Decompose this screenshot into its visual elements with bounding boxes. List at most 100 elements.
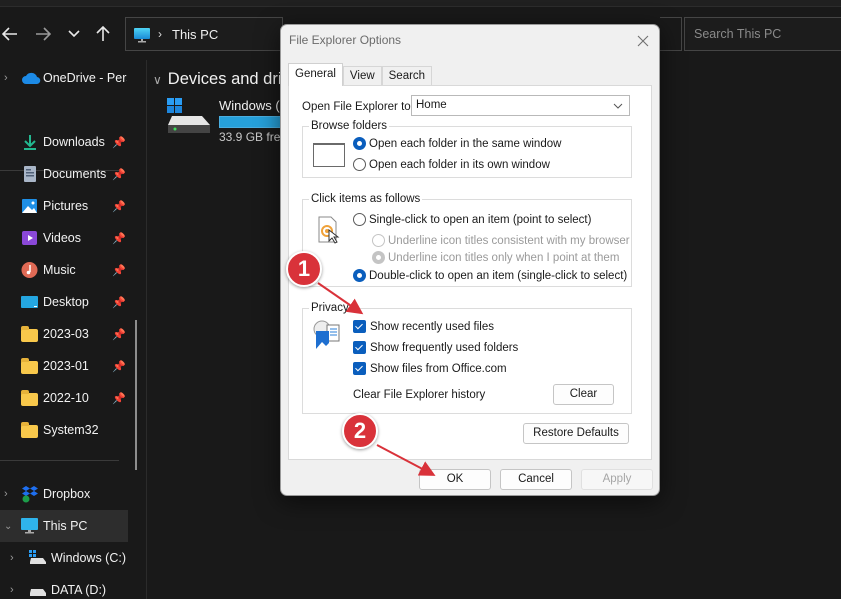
tab-general[interactable]: General	[288, 63, 343, 86]
sidebar-item-label: 2023-01	[43, 359, 89, 373]
general-tab-panel: Open File Explorer to: Home Browse folde…	[288, 85, 652, 460]
browse-folders-legend: Browse folders	[311, 120, 388, 132]
check-recent-files[interactable]: Show recently used files	[353, 320, 494, 333]
sidebar-item-data-d[interactable]: › DATA (D:)	[0, 574, 128, 599]
this-pc-icon	[134, 27, 150, 42]
drive-d-icon	[29, 581, 47, 599]
radio-button[interactable]	[353, 137, 366, 150]
sidebar-item-2023-03[interactable]: 2023-03 📌	[0, 318, 128, 350]
recent-locations-button[interactable]	[62, 22, 86, 46]
option-label: Underline icon titles consistent with my…	[388, 234, 630, 247]
sidebar-item-music[interactable]: Music 📌	[0, 254, 128, 286]
address-bar[interactable]: › This PC	[125, 17, 283, 51]
dropbox-icon	[21, 485, 39, 503]
radio-underline-point[interactable]: Underline icon titles only when I point …	[372, 251, 619, 264]
pin-icon[interactable]: 📌	[112, 328, 126, 341]
check-frequent-folders[interactable]: Show frequently used folders	[353, 341, 518, 354]
title-bar-strip	[0, 0, 841, 7]
clear-button[interactable]: Clear	[553, 384, 614, 405]
checkbox[interactable]	[353, 341, 366, 354]
sidebar-item-downloads[interactable]: Downloads 📌	[0, 126, 128, 158]
annotation-badge-2: 2	[342, 413, 378, 449]
close-button[interactable]	[637, 29, 649, 52]
drive-c-icon	[29, 549, 47, 567]
drive-c-icon	[167, 98, 210, 133]
chevron-right-icon[interactable]: ›	[10, 584, 14, 596]
sidebar-divider	[0, 460, 119, 461]
downloads-icon	[21, 133, 39, 151]
pin-icon[interactable]: 📌	[112, 264, 126, 277]
this-pc-icon	[21, 517, 39, 535]
open-to-value: Home	[416, 99, 447, 111]
option-label: Show files from Office.com	[370, 362, 507, 375]
pin-icon[interactable]: 📌	[112, 232, 126, 245]
pin-icon[interactable]: 📌	[112, 168, 126, 181]
pin-icon[interactable]: 📌	[112, 136, 126, 149]
open-to-dropdown[interactable]: Home	[411, 95, 630, 116]
radio-button[interactable]	[353, 269, 366, 282]
sidebar-item-videos[interactable]: Videos 📌	[0, 222, 128, 254]
chevron-right-icon[interactable]: ›	[4, 488, 8, 500]
tab-search[interactable]: Search	[381, 66, 433, 85]
chevron-right-icon[interactable]: ›	[10, 552, 14, 564]
folder-icon	[21, 390, 38, 406]
sidebar-item-2022-10[interactable]: 2022-10 📌	[0, 382, 128, 414]
tab-bar: General View Search	[288, 63, 433, 86]
up-button[interactable]	[91, 22, 115, 46]
radio-button[interactable]	[353, 158, 366, 171]
chevron-right-icon[interactable]: ›	[4, 72, 8, 84]
option-label: Open each folder in the same window	[369, 137, 562, 150]
pin-icon[interactable]: 📌	[112, 360, 126, 373]
onedrive-icon	[21, 69, 41, 87]
drive-tile-windows-c[interactable]: Windows (C:) 33.9 GB free	[166, 96, 297, 144]
tab-view[interactable]: View	[342, 66, 382, 85]
file-explorer-options-dialog: File Explorer Options General View Searc…	[280, 24, 660, 496]
cancel-button[interactable]: Cancel	[500, 469, 572, 490]
sidebar-item-label: Videos	[43, 231, 81, 245]
forward-button[interactable]	[31, 22, 55, 46]
radio-double-click[interactable]: Double-click to open an item (single-cli…	[353, 269, 627, 282]
sidebar-scrollbar[interactable]	[135, 320, 137, 470]
back-button[interactable]	[0, 22, 22, 46]
arrow-right-icon	[36, 27, 51, 41]
sidebar-item-label: Desktop	[43, 295, 89, 309]
chevron-down-icon	[613, 96, 623, 116]
option-label: Double-click to open an item (single-cli…	[369, 269, 628, 282]
sidebar-item-this-pc[interactable]: ⌄ This PC	[0, 510, 128, 542]
sidebar-item-label: This PC	[43, 519, 88, 533]
sidebar-item-label: Pictures	[43, 199, 89, 213]
pane-divider[interactable]	[146, 60, 147, 599]
sidebar-item-documents[interactable]: Documents 📌	[0, 158, 128, 190]
ok-button[interactable]: OK	[419, 469, 491, 490]
radio-same-window[interactable]: Open each folder in the same window	[353, 137, 561, 150]
sidebar-item-onedrive[interactable]: › OneDrive - Personal	[0, 62, 128, 94]
checkbox[interactable]	[353, 362, 366, 375]
radio-underline-browser[interactable]: Underline icon titles consistent with my…	[372, 234, 630, 247]
check-office-files[interactable]: Show files from Office.com	[353, 362, 507, 375]
sidebar-item-2023-01[interactable]: 2023-01 📌	[0, 350, 128, 382]
sidebar-item-windows-c[interactable]: › Windows (C:)	[0, 542, 128, 574]
radio-button[interactable]	[372, 251, 385, 264]
pin-icon[interactable]: 📌	[112, 200, 126, 213]
apply-button[interactable]: Apply	[581, 469, 653, 490]
radio-button[interactable]	[372, 234, 385, 247]
sidebar-item-system32[interactable]: System32	[0, 414, 128, 446]
pin-icon[interactable]: 📌	[112, 392, 126, 405]
breadcrumb-this-pc[interactable]: This PC	[172, 27, 218, 42]
sidebar-item-label: OneDrive - Personal	[43, 71, 127, 85]
search-input[interactable]: Search This PC	[684, 17, 841, 51]
pin-icon[interactable]: 📌	[112, 296, 126, 309]
option-label: Open each folder in its own window	[369, 158, 550, 171]
checkbox[interactable]	[353, 320, 366, 333]
sidebar-item-pictures[interactable]: Pictures 📌	[0, 190, 128, 222]
radio-single-click[interactable]: Single-click to open an item (point to s…	[353, 213, 591, 226]
sidebar-item-dropbox[interactable]: › Dropbox	[0, 478, 128, 510]
chevron-down-icon[interactable]: ∨	[153, 73, 162, 87]
sidebar-item-desktop[interactable]: Desktop 📌	[0, 286, 128, 318]
radio-button[interactable]	[353, 213, 366, 226]
chevron-down-icon[interactable]: ⌄	[4, 521, 12, 532]
radio-own-window[interactable]: Open each folder in its own window	[353, 158, 550, 171]
close-icon	[637, 35, 649, 47]
option-label: Show frequently used folders	[370, 341, 519, 354]
restore-defaults-button[interactable]: Restore Defaults	[523, 423, 629, 444]
